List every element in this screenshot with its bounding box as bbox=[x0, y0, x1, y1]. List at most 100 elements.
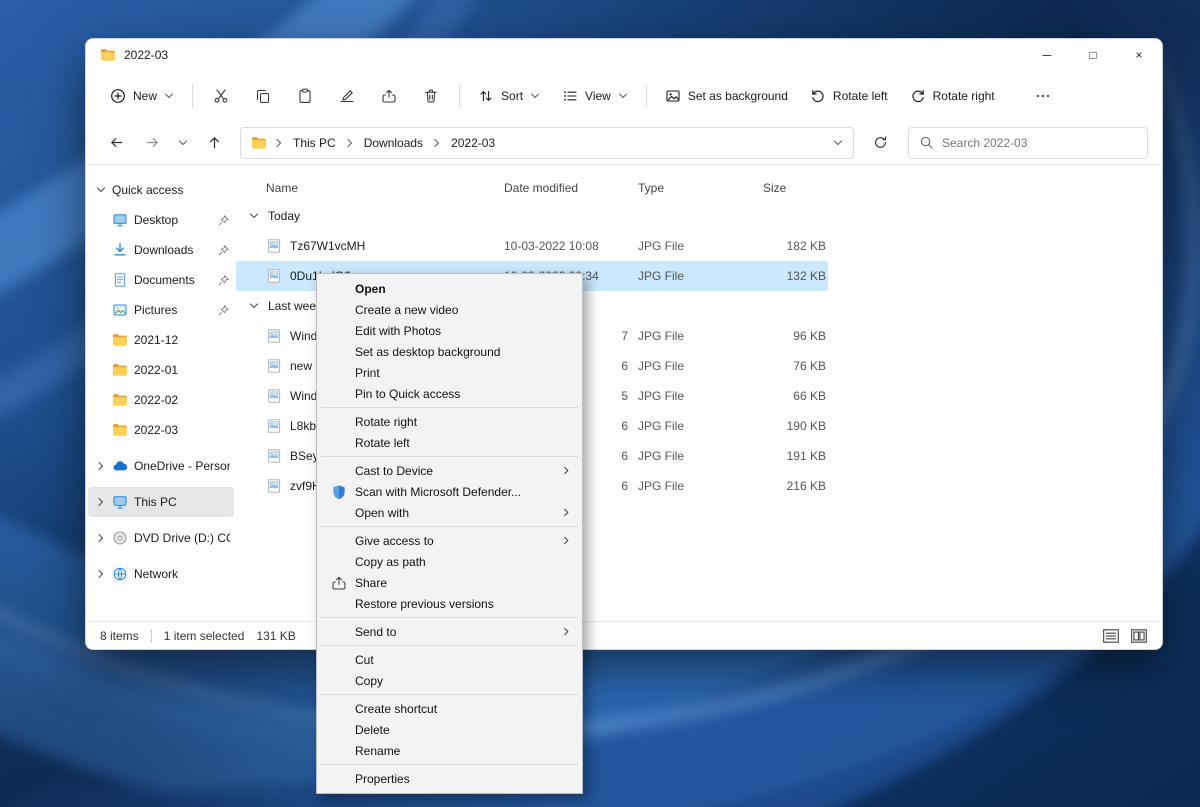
image-icon bbox=[665, 88, 681, 104]
menu-item-copy[interactable]: Copy bbox=[319, 670, 580, 691]
rotate-left-label: Rotate left bbox=[833, 89, 888, 103]
column-size[interactable]: Size bbox=[754, 181, 828, 195]
rotate-right-button[interactable]: Rotate right bbox=[900, 79, 1005, 113]
search-input[interactable] bbox=[942, 136, 1137, 150]
more-button[interactable] bbox=[1023, 79, 1063, 113]
refresh-button[interactable] bbox=[864, 128, 896, 158]
sidebar-item-2022-01[interactable]: 2022-01 bbox=[88, 355, 234, 385]
minimize-button[interactable]: ─ bbox=[1024, 39, 1070, 71]
delete-button[interactable] bbox=[411, 79, 451, 113]
column-type[interactable]: Type bbox=[638, 181, 754, 195]
chevron-down-icon bbox=[249, 301, 259, 311]
menu-item-edit-with-photos[interactable]: Edit with Photos bbox=[319, 320, 580, 341]
forward-button[interactable] bbox=[136, 128, 168, 158]
sidebar-item-pictures[interactable]: Pictures bbox=[88, 295, 234, 325]
sidebar-item-label: Desktop bbox=[134, 213, 178, 227]
menu-item-send-to[interactable]: Send to bbox=[319, 621, 580, 642]
sidebar-item-this-pc[interactable]: This PC bbox=[88, 487, 234, 517]
view-list-icon bbox=[562, 88, 578, 104]
submenu-arrow-icon bbox=[562, 466, 571, 475]
menu-item-give-access-to[interactable]: Give access to bbox=[319, 530, 580, 551]
file-row[interactable]: Tz67W1vcMH 10-03-2022 10:08 JPG File 182… bbox=[236, 231, 828, 261]
menu-item-cut[interactable]: Cut bbox=[319, 649, 580, 670]
toolbar-separator bbox=[192, 85, 193, 107]
column-name[interactable]: Name bbox=[236, 181, 504, 195]
file-type: JPG File bbox=[638, 269, 754, 283]
sidebar-item-desktop[interactable]: Desktop bbox=[88, 205, 234, 235]
set-background-button[interactable]: Set as background bbox=[655, 79, 798, 113]
up-button[interactable] bbox=[198, 128, 230, 158]
back-button[interactable] bbox=[100, 128, 132, 158]
maximize-button[interactable]: □ bbox=[1070, 39, 1116, 71]
close-button[interactable]: × bbox=[1116, 39, 1162, 71]
menu-separator bbox=[321, 456, 578, 457]
menu-item-properties[interactable]: Properties bbox=[319, 768, 580, 789]
share-button[interactable] bbox=[369, 79, 409, 113]
jpg-file-icon bbox=[266, 268, 282, 284]
details-view-icon[interactable] bbox=[1102, 627, 1120, 645]
menu-item-rename[interactable]: Rename bbox=[319, 740, 580, 761]
breadcrumb-this-pc[interactable]: This PC bbox=[291, 136, 338, 150]
copy-button[interactable] bbox=[243, 79, 283, 113]
menu-item-pin-to-quick-access[interactable]: Pin to Quick access bbox=[319, 383, 580, 404]
menu-item-share[interactable]: Share bbox=[319, 572, 580, 593]
search-box bbox=[908, 127, 1148, 159]
chevron-right-icon bbox=[96, 461, 106, 471]
refresh-icon bbox=[873, 135, 888, 150]
chevron-down-icon bbox=[96, 185, 106, 195]
recent-locations-button[interactable] bbox=[172, 128, 194, 158]
rotate-left-icon bbox=[810, 88, 826, 104]
sidebar-item-2022-03[interactable]: 2022-03 bbox=[88, 415, 234, 445]
file-type: JPG File bbox=[638, 419, 754, 433]
breadcrumb-2022-03[interactable]: 2022-03 bbox=[449, 136, 497, 150]
menu-item-rotate-left[interactable]: Rotate left bbox=[319, 432, 580, 453]
menu-item-rotate-right[interactable]: Rotate right bbox=[319, 411, 580, 432]
new-button[interactable]: New bbox=[100, 79, 184, 113]
chevron-down-icon bbox=[178, 138, 188, 148]
sort-button[interactable]: Sort bbox=[468, 79, 550, 113]
menu-item-cast-to-device[interactable]: Cast to Device bbox=[319, 460, 580, 481]
sidebar-item-network[interactable]: Network bbox=[88, 559, 234, 589]
breadcrumb[interactable]: This PC Downloads 2022-03 bbox=[240, 127, 854, 159]
sidebar-item-label: This PC bbox=[134, 495, 177, 509]
menu-item-open-with[interactable]: Open with bbox=[319, 502, 580, 523]
view-button-label: View bbox=[585, 89, 611, 103]
sidebar-item-documents[interactable]: Documents bbox=[88, 265, 234, 295]
thumbnails-view-icon[interactable] bbox=[1130, 627, 1148, 645]
sidebar-item-2022-02[interactable]: 2022-02 bbox=[88, 385, 234, 415]
view-button[interactable]: View bbox=[552, 79, 638, 113]
chevron-down-icon bbox=[164, 91, 174, 101]
sidebar-item-dvd-drive[interactable]: DVD Drive (D:) CCC bbox=[88, 523, 234, 553]
menu-item-create-shortcut[interactable]: Create shortcut bbox=[319, 698, 580, 719]
arrow-left-icon bbox=[109, 135, 124, 150]
menu-item-open[interactable]: Open bbox=[319, 278, 580, 299]
address-dropdown-icon[interactable] bbox=[833, 138, 843, 148]
cut-button[interactable] bbox=[201, 79, 241, 113]
sidebar-item-onedrive[interactable]: OneDrive - Personal bbox=[88, 451, 234, 481]
jpg-file-icon bbox=[266, 478, 282, 494]
window-title: 2022-03 bbox=[124, 48, 168, 62]
rename-button[interactable] bbox=[327, 79, 367, 113]
menu-item-create-a-new-video[interactable]: Create a new video bbox=[319, 299, 580, 320]
sidebar-item-label: Documents bbox=[134, 273, 195, 287]
search-icon bbox=[919, 135, 934, 150]
file-size: 66 KB bbox=[754, 389, 828, 403]
group-header-today[interactable]: Today bbox=[236, 201, 1162, 231]
breadcrumb-downloads[interactable]: Downloads bbox=[362, 136, 425, 150]
menu-item-copy-as-path[interactable]: Copy as path bbox=[319, 551, 580, 572]
sidebar-item-2021-12[interactable]: 2021-12 bbox=[88, 325, 234, 355]
menu-item-set-as-desktop-background[interactable]: Set as desktop background bbox=[319, 341, 580, 362]
sidebar-item-label: 2022-01 bbox=[134, 363, 178, 377]
rotate-left-button[interactable]: Rotate left bbox=[800, 79, 898, 113]
column-date-modified[interactable]: Date modified bbox=[504, 181, 638, 195]
menu-item-print[interactable]: Print bbox=[319, 362, 580, 383]
paste-button[interactable] bbox=[285, 79, 325, 113]
sidebar-item-quick-access[interactable]: Quick access bbox=[88, 175, 234, 205]
menu-item-restore-previous-versions[interactable]: Restore previous versions bbox=[319, 593, 580, 614]
menu-separator bbox=[321, 764, 578, 765]
file-size: 191 KB bbox=[754, 449, 828, 463]
menu-item-scan-with-defender[interactable]: Scan with Microsoft Defender... bbox=[319, 481, 580, 502]
file-type: JPG File bbox=[638, 449, 754, 463]
menu-item-delete[interactable]: Delete bbox=[319, 719, 580, 740]
sidebar-item-downloads[interactable]: Downloads bbox=[88, 235, 234, 265]
